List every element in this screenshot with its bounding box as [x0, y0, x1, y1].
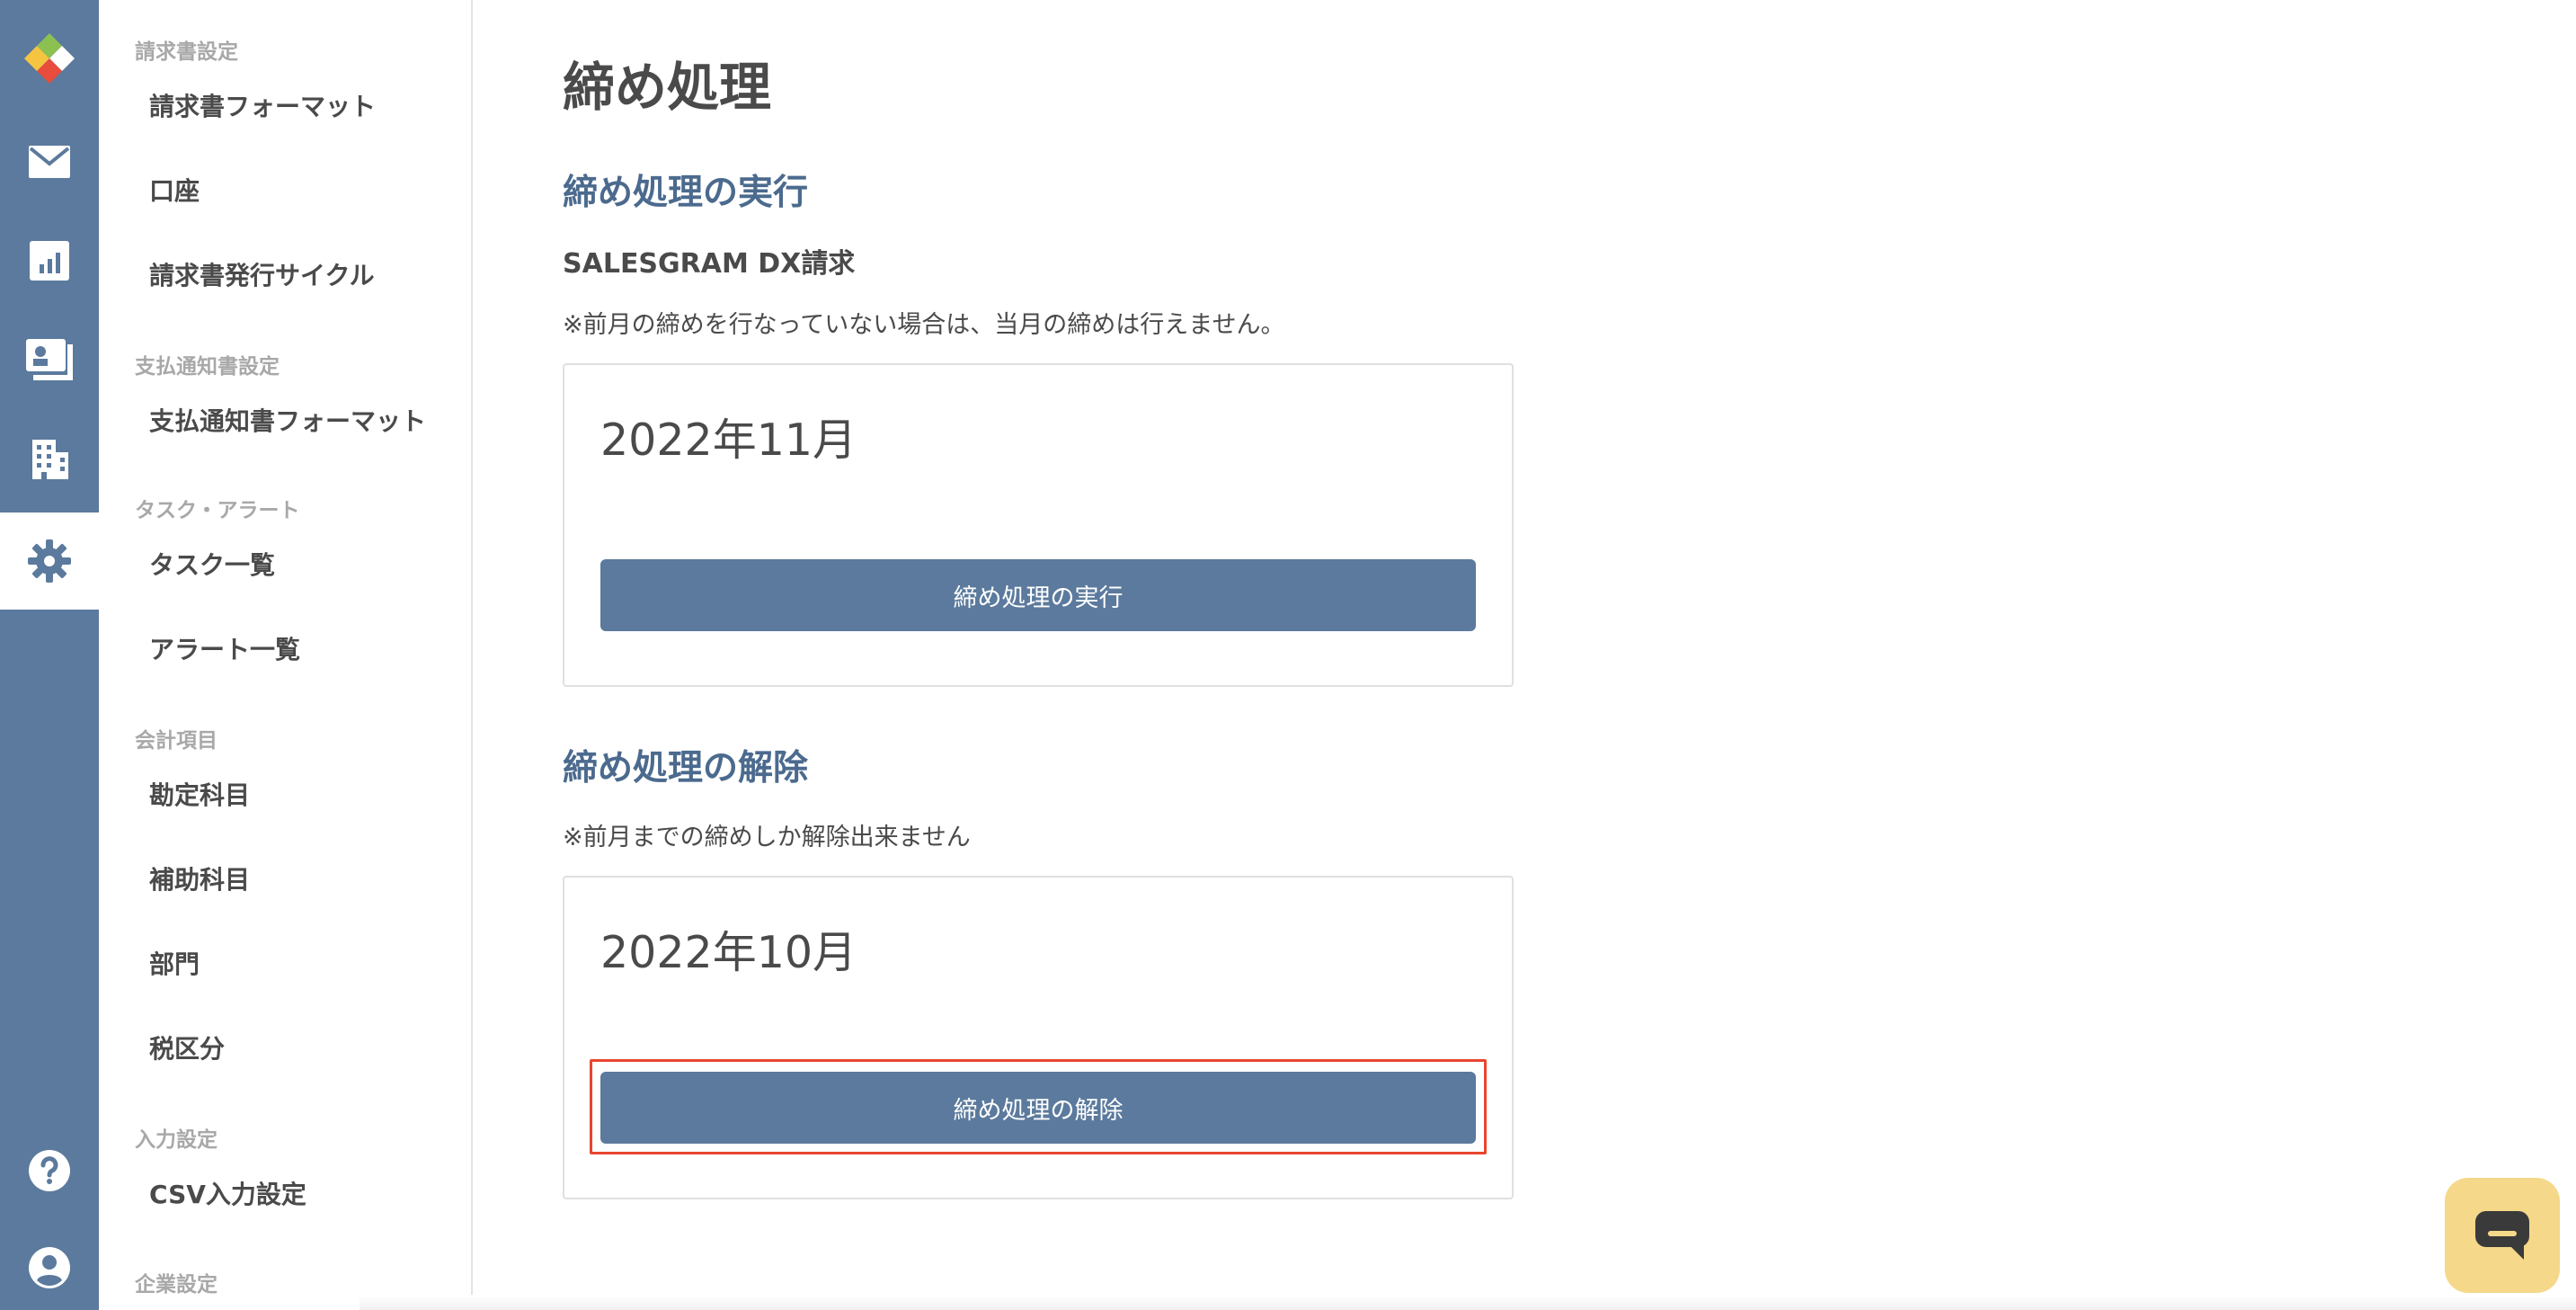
release-month: 2022年10月 — [600, 927, 857, 978]
execute-section-heading: 締め処理の実行 — [563, 173, 809, 213]
building-icon[interactable] — [0, 432, 99, 486]
sidebar-item-task-list[interactable]: タスク一覧 — [149, 546, 275, 582]
chat-bubble-icon — [2475, 1211, 2529, 1260]
sidebar-section-invoice: 請求書設定 — [135, 40, 238, 64]
help-icon[interactable] — [0, 1144, 99, 1198]
sidebar-section-input: 入力設定 — [135, 1128, 218, 1152]
release-note: ※前月までの締めしか解除出来ません — [563, 824, 971, 851]
sidebar-section-accounting: 会計項目 — [135, 729, 218, 753]
sidebar-item-tax-category[interactable]: 税区分 — [149, 1029, 225, 1065]
execute-month: 2022年11月 — [600, 414, 857, 466]
gear-icon[interactable] — [0, 512, 99, 610]
page-title: 締め処理 — [563, 57, 772, 118]
release-closing-button[interactable]: 締め処理の解除 — [600, 1072, 1476, 1144]
icon-rail — [0, 0, 99, 1310]
sidebar-item-payment-notice-format[interactable]: 支払通知書フォーマット — [149, 402, 426, 438]
execute-closing-button[interactable]: 締め処理の実行 — [600, 559, 1476, 631]
release-card: 2022年10月 締め処理の解除 — [563, 876, 1514, 1199]
release-section-heading: 締め処理の解除 — [563, 748, 809, 789]
chat-launcher-button[interactable] — [2445, 1178, 2560, 1293]
bottom-shadow — [360, 1295, 2576, 1310]
sidebar-item-csv-input[interactable]: CSV入力設定 — [149, 1175, 306, 1211]
main-content: 締め処理 締め処理の実行 SALESGRAM DX請求 ※前月の締めを行なってい… — [473, 0, 2576, 1310]
sidebar-section-payment-notice: 支払通知書設定 — [135, 355, 280, 379]
sidebar-item-account[interactable]: 口座 — [149, 172, 200, 208]
chart-icon[interactable] — [0, 234, 99, 288]
settings-sidebar: 請求書設定 請求書フォーマット 口座 請求書発行サイクル 支払通知書設定 支払通… — [99, 0, 473, 1310]
sidebar-item-department[interactable]: 部門 — [149, 945, 200, 981]
sidebar-section-task-alert: タスク・アラート — [135, 499, 300, 522]
sidebar-section-company: 企業設定 — [135, 1273, 218, 1297]
execute-card: 2022年11月 締め処理の実行 — [563, 363, 1514, 687]
sidebar-item-alert-list[interactable]: アラート一覧 — [149, 630, 300, 666]
logo-icon[interactable] — [0, 27, 99, 90]
sidebar-item-invoice-format[interactable]: 請求書フォーマット — [149, 87, 376, 123]
sidebar-item-sub-account[interactable]: 補助科目 — [149, 860, 250, 896]
invoice-icon[interactable] — [0, 333, 99, 387]
sidebar-item-account-title[interactable]: 勘定科目 — [149, 776, 250, 812]
execute-note: ※前月の締めを行なっていない場合は、当月の締めは行えません。 — [563, 311, 1285, 339]
product-name: SALESGRAM DX請求 — [563, 248, 856, 280]
user-icon[interactable] — [0, 1241, 99, 1295]
mail-icon[interactable] — [0, 135, 99, 189]
sidebar-item-invoice-cycle[interactable]: 請求書発行サイクル — [149, 256, 375, 292]
